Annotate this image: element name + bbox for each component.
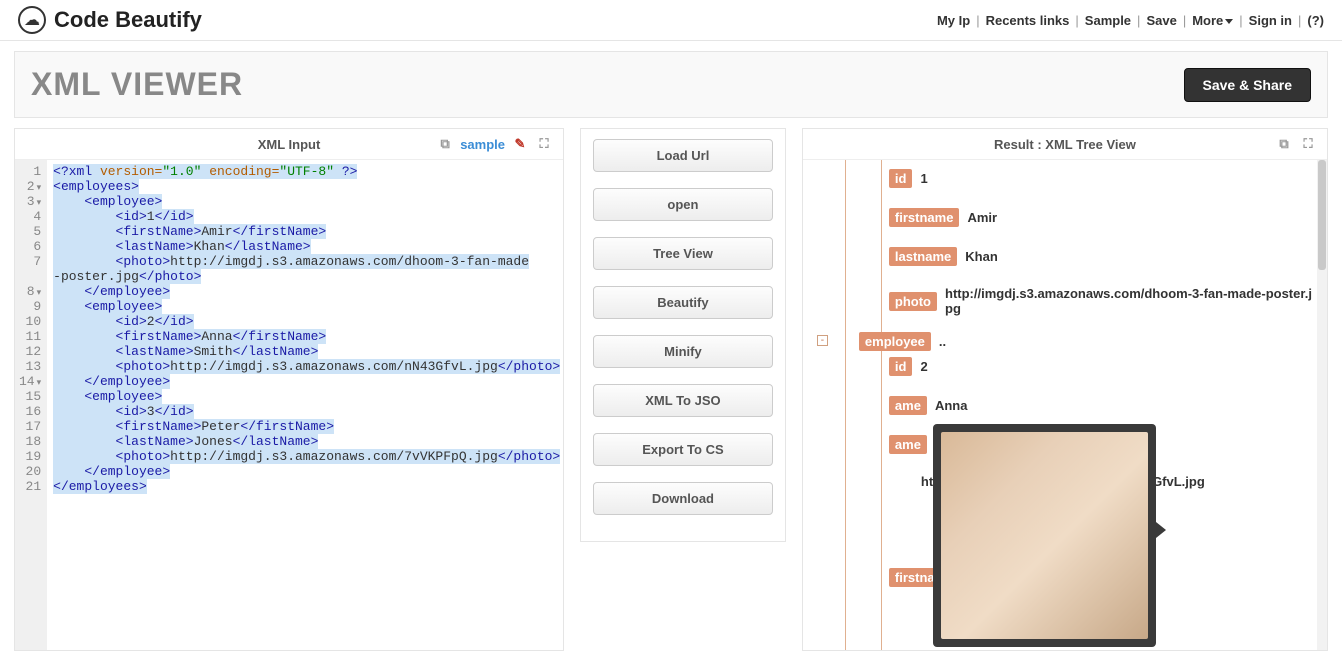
- nav-sample[interactable]: Sample: [1085, 13, 1131, 28]
- tree-val: ..: [939, 334, 946, 349]
- nav-signin[interactable]: Sign in: [1249, 13, 1292, 28]
- result-panel: Result : XML Tree View ⧉ ⛶ id 1 firstname…: [802, 128, 1328, 651]
- tree-val[interactable]: http://imgdj.s3.amazonaws.com/dhoom-3-fa…: [945, 286, 1319, 316]
- tree-tag-photo[interactable]: photo: [889, 292, 937, 311]
- tree-tag-partial[interactable]: ame: [889, 435, 927, 454]
- tree-tag-id[interactable]: id: [889, 357, 913, 376]
- save-share-button[interactable]: Save & Share: [1184, 68, 1312, 102]
- tree-row: firstname Amir: [889, 205, 1319, 230]
- open-button[interactable]: open: [593, 188, 773, 221]
- brand: ☁ Code Beautify: [18, 6, 202, 34]
- nav-myip[interactable]: My Ip: [937, 13, 970, 28]
- code-area[interactable]: <?xml version="1.0" encoding="UTF-8" ?> …: [47, 160, 563, 650]
- result-header: Result : XML Tree View ⧉ ⛶: [803, 129, 1327, 160]
- image-preview-tooltip: [933, 424, 1156, 647]
- tree-row: id 2: [889, 354, 1319, 379]
- tree-row: ame Anna: [889, 393, 1319, 418]
- tree-val: Anna: [935, 398, 968, 413]
- xml-to-json-button[interactable]: XML To JSO: [593, 384, 773, 417]
- tree-tag-employee[interactable]: employee: [859, 332, 931, 351]
- tree-val: Khan: [965, 249, 998, 264]
- tree-tag-partial[interactable]: ame: [889, 396, 927, 415]
- nav-help[interactable]: (?): [1307, 13, 1324, 28]
- tree-val: 2: [920, 359, 927, 374]
- preview-image: [941, 432, 1148, 639]
- download-button[interactable]: Download: [593, 482, 773, 515]
- xml-input-header: XML Input ⧉ sample ✎ ⛶: [15, 129, 563, 160]
- chevron-down-icon: [1225, 19, 1233, 24]
- nav-more[interactable]: More: [1192, 13, 1233, 28]
- tree-row: photo http://imgdj.s3.amazonaws.com/dhoom…: [889, 283, 1319, 319]
- actions-panel: Load Url open Tree View Beautify Minify …: [580, 128, 786, 542]
- page-title: XML VIEWER: [31, 66, 243, 103]
- tree-row: id 1: [889, 166, 1319, 191]
- brand-text: Code Beautify: [54, 7, 202, 33]
- titlebar: XML VIEWER Save & Share: [14, 51, 1328, 118]
- scrollbar-thumb[interactable]: [1318, 160, 1326, 270]
- tooltip-arrow-icon: [1156, 522, 1166, 538]
- tree-row: lastname Khan: [889, 244, 1319, 269]
- tree-view-button[interactable]: Tree View: [593, 237, 773, 270]
- load-url-button[interactable]: Load Url: [593, 139, 773, 172]
- xml-input-panel: XML Input ⧉ sample ✎ ⛶ 12345678910111213…: [14, 128, 564, 651]
- tree-row-employee: - employee..: [859, 329, 1319, 354]
- tree-rail: [845, 160, 846, 650]
- gutter: 123456789101112131415161718192021: [15, 160, 47, 650]
- minify-button[interactable]: Minify: [593, 335, 773, 368]
- nav-recents[interactable]: Recents links: [986, 13, 1070, 28]
- top-nav: My Ip| Recents links| Sample| Save| More…: [937, 13, 1324, 28]
- tree-tag-firstname[interactable]: firstname: [889, 208, 960, 227]
- brain-icon: ☁: [18, 6, 46, 34]
- result-title: Result : XML Tree View: [803, 137, 1327, 152]
- xml-editor[interactable]: 123456789101112131415161718192021 <?xml …: [15, 160, 563, 650]
- tree-rail-inner: [881, 160, 882, 650]
- export-csv-button[interactable]: Export To CS: [593, 433, 773, 466]
- topbar: ☁ Code Beautify My Ip| Recents links| Sa…: [0, 0, 1342, 41]
- xml-input-title: XML Input: [15, 137, 563, 152]
- beautify-button[interactable]: Beautify: [593, 286, 773, 319]
- nav-save[interactable]: Save: [1146, 13, 1176, 28]
- tree-tag-lastname[interactable]: lastname: [889, 247, 957, 266]
- tree-val: Amir: [967, 210, 997, 225]
- tree-tag-id[interactable]: id: [889, 169, 913, 188]
- tree-body: id 1 firstname Amir lastname Khan photo http…: [803, 160, 1327, 650]
- collapse-icon[interactable]: -: [817, 335, 828, 346]
- tree-val: 1: [920, 171, 927, 186]
